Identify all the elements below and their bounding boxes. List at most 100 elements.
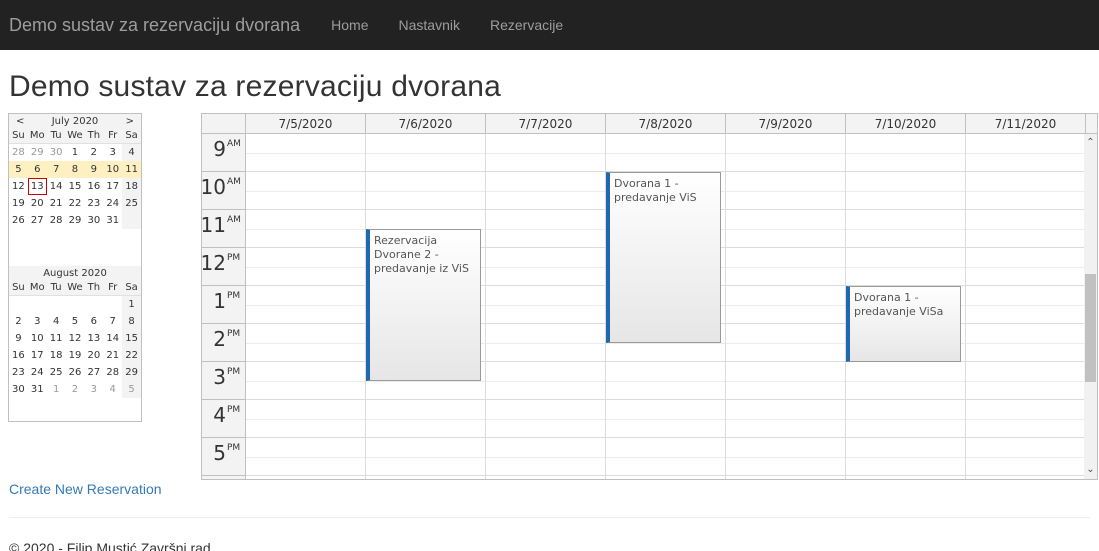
- navigator-day[interactable]: 1: [122, 296, 141, 313]
- navigator-day[interactable]: 13: [27, 178, 47, 195]
- navigator-day[interactable]: 20: [28, 195, 47, 212]
- navigator-day[interactable]: 26: [66, 364, 85, 381]
- hour-number: 9: [213, 137, 226, 161]
- navigator-day[interactable]: 21: [103, 347, 122, 364]
- navigator-day[interactable]: 31: [28, 381, 47, 398]
- hour-suffix: PM: [227, 405, 241, 415]
- navigator-day[interactable]: 7: [46, 161, 66, 178]
- navigator-week: 1: [9, 296, 141, 313]
- navigator-day[interactable]: 16: [9, 347, 28, 364]
- scroll-up-icon[interactable]: ⌃: [1084, 136, 1097, 150]
- navigator-day[interactable]: 19: [66, 347, 85, 364]
- scroll-down-icon[interactable]: ⌄: [1084, 463, 1097, 477]
- navigator-day[interactable]: 2: [84, 144, 103, 161]
- navigator-day[interactable]: 3: [28, 313, 47, 330]
- navigator-day[interactable]: 8: [65, 161, 85, 178]
- brand-link[interactable]: Demo sustav za rezervaciju dvorana: [9, 15, 300, 36]
- navigator-day[interactable]: 29: [28, 144, 47, 161]
- navigator-day[interactable]: 1: [47, 381, 66, 398]
- navigator-day[interactable]: 3: [103, 144, 122, 161]
- navigator-day[interactable]: 7: [103, 313, 122, 330]
- navigator-day[interactable]: 10: [28, 330, 47, 347]
- navigator-day[interactable]: 14: [103, 330, 122, 347]
- navigator-day[interactable]: 10: [103, 161, 123, 178]
- navigator-day[interactable]: 25: [47, 364, 66, 381]
- navigator-day[interactable]: 22: [122, 347, 141, 364]
- reservation-event[interactable]: Rezervacija Dvorane 2 - predavanje iz Vi…: [366, 229, 481, 381]
- calendar-grid[interactable]: Rezervacija Dvorane 2 - predavanje iz Vi…: [246, 134, 1086, 479]
- navigator-day[interactable]: 28: [9, 144, 28, 161]
- navigator-day[interactable]: 9: [9, 330, 28, 347]
- navigator-day[interactable]: 5: [66, 313, 85, 330]
- nav-rezervacije[interactable]: Rezervacije: [475, 17, 578, 33]
- navigator-day: [66, 296, 85, 313]
- navigator-day[interactable]: 29: [122, 364, 141, 381]
- navigator-day[interactable]: 17: [103, 178, 122, 195]
- navigator-day[interactable]: 4: [103, 381, 122, 398]
- navigator-day[interactable]: 27: [84, 364, 103, 381]
- navigator-day[interactable]: 21: [47, 195, 66, 212]
- navigator-day[interactable]: 19: [9, 195, 28, 212]
- weekday-label: Fr: [108, 130, 118, 141]
- navigator-day[interactable]: 3: [84, 381, 103, 398]
- navigator-day[interactable]: 15: [122, 330, 141, 347]
- navigator-day[interactable]: 11: [47, 330, 66, 347]
- navigator-day[interactable]: 6: [84, 313, 103, 330]
- navigator-day[interactable]: 4: [122, 144, 141, 161]
- week-calendar: 7/5/2020 7/6/2020 7/7/2020 7/8/2020 7/9/2020…: [201, 113, 1098, 480]
- navigator-day[interactable]: 31: [103, 212, 122, 229]
- navigator-day[interactable]: 23: [84, 195, 103, 212]
- navigator-day[interactable]: 23: [9, 364, 28, 381]
- navigator-day: [84, 296, 103, 313]
- navigator-day[interactable]: 13: [84, 330, 103, 347]
- navigator-day[interactable]: 18: [122, 178, 141, 195]
- navigator-day[interactable]: 24: [28, 364, 47, 381]
- navigator-week: 23 24 25 26 27 28 29: [9, 364, 141, 381]
- navigator-day[interactable]: 2: [66, 381, 85, 398]
- navigator-day[interactable]: 30: [84, 212, 103, 229]
- navigator-day[interactable]: 8: [122, 313, 141, 330]
- navigator-day[interactable]: 17: [28, 347, 47, 364]
- navigator-month: August 2020 Su Mo Tu We Th Fr Sa 1 2 3 4 5 6 7 8 9 10 11 12…: [9, 266, 141, 421]
- create-reservation-link[interactable]: Create New Reservation: [9, 481, 162, 497]
- navigator-day[interactable]: 27: [28, 212, 47, 229]
- navigator-day[interactable]: 22: [66, 195, 85, 212]
- navigator-day[interactable]: 24: [103, 195, 122, 212]
- navigator-day[interactable]: 30: [47, 144, 66, 161]
- prev-month-icon[interactable]: <: [16, 116, 24, 127]
- navigator-day[interactable]: 30: [9, 381, 28, 398]
- navigator-day[interactable]: 28: [47, 212, 66, 229]
- navigator-day[interactable]: 26: [9, 212, 28, 229]
- navigator-day[interactable]: 16: [84, 178, 103, 195]
- navigator-day[interactable]: 20: [84, 347, 103, 364]
- reservation-event[interactable]: Dvorana 1 - predavanje ViS: [606, 172, 721, 343]
- navigator-day[interactable]: 14: [47, 178, 66, 195]
- navigator-day[interactable]: 9: [84, 161, 104, 178]
- navigator-week: 2345678: [9, 313, 141, 330]
- hour-suffix: PM: [227, 443, 241, 453]
- navigator-day[interactable]: 5: [9, 161, 28, 178]
- navigator-day[interactable]: 2: [9, 313, 28, 330]
- navigator-day[interactable]: 12: [66, 330, 85, 347]
- navigator-day[interactable]: 1: [66, 144, 85, 161]
- navigator-day[interactable]: 28: [103, 364, 122, 381]
- navigator-day[interactable]: 25: [122, 195, 141, 212]
- navigator-week: 5 6 7 8 9 10 11: [9, 161, 141, 178]
- navigator-day[interactable]: 6: [27, 161, 47, 178]
- nav-home[interactable]: Home: [316, 17, 383, 33]
- weekday-label: Su: [12, 282, 25, 293]
- navigator-day[interactable]: 5: [122, 381, 141, 398]
- navigator-day: [9, 296, 28, 313]
- navigator-day[interactable]: 15: [66, 178, 85, 195]
- next-month-icon[interactable]: >: [126, 116, 134, 127]
- navigator-day[interactable]: 4: [47, 313, 66, 330]
- navigator-day[interactable]: 29: [66, 212, 85, 229]
- scroll-thumb[interactable]: [1085, 274, 1096, 382]
- navigator-day[interactable]: 12: [9, 178, 28, 195]
- nav-nastavnik[interactable]: Nastavnik: [384, 17, 475, 33]
- vertical-scrollbar[interactable]: ⌃ ⌄: [1084, 134, 1097, 479]
- reservation-event[interactable]: Dvorana 1 - predavanje ViSa: [846, 286, 961, 362]
- navigator-day[interactable]: 18: [47, 347, 66, 364]
- navigator-day[interactable]: 11: [122, 161, 141, 178]
- hour-number: 3: [213, 365, 226, 389]
